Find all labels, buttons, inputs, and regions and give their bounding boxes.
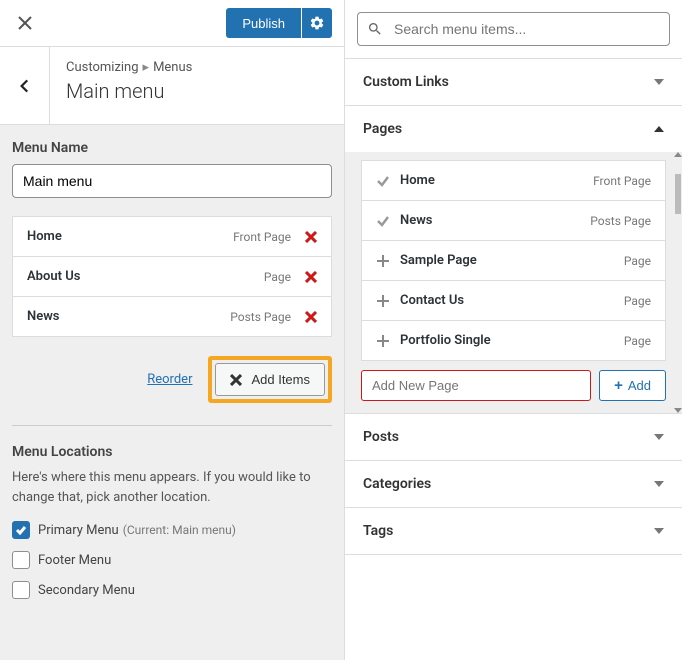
accordion-custom-links[interactable]: Custom Links: [345, 59, 682, 105]
accordion-tags[interactable]: Tags: [345, 508, 682, 554]
location-secondary[interactable]: Secondary Menu: [12, 581, 332, 599]
highlight-box: Add Items: [208, 356, 332, 403]
menu-items-list: Home Front Page About Us Page News Posts…: [12, 216, 332, 337]
checkbox-icon: [12, 521, 30, 539]
scroll-down-icon: [674, 408, 682, 413]
add-page-button[interactable]: + Add: [599, 370, 666, 401]
remove-icon[interactable]: [305, 231, 317, 243]
page-item[interactable]: Home Front Page: [361, 160, 666, 201]
page-item[interactable]: News Posts Page: [361, 200, 666, 241]
remove-icon[interactable]: [305, 271, 317, 283]
add-items-button[interactable]: Add Items: [215, 363, 325, 396]
publish-settings-button[interactable]: [302, 8, 332, 38]
page-item[interactable]: Portfolio Single Page: [361, 320, 666, 361]
accordion-pages[interactable]: Pages: [345, 106, 682, 152]
menu-item[interactable]: About Us Page: [12, 256, 332, 297]
menu-name-label: Menu Name: [12, 140, 332, 156]
publish-group: Publish: [226, 0, 344, 46]
chevron-down-icon: [654, 528, 664, 534]
available-items-panel: Custom Links Pages Home Front Page: [344, 0, 682, 660]
accordion-posts[interactable]: Posts: [345, 414, 682, 460]
menu-item[interactable]: News Posts Page: [12, 296, 332, 337]
location-footer[interactable]: Footer Menu: [12, 551, 332, 569]
chevron-down-icon: [654, 481, 664, 487]
back-button[interactable]: [0, 47, 50, 124]
location-primary[interactable]: Primary Menu (Current: Main menu): [12, 521, 332, 539]
reorder-link[interactable]: Reorder: [147, 372, 192, 387]
breadcrumb: Customizing▸Menus: [66, 60, 328, 75]
check-icon: [376, 174, 390, 188]
check-icon: [376, 214, 390, 228]
page-item[interactable]: Sample Page Page: [361, 240, 666, 281]
chevron-down-icon: [654, 434, 664, 440]
checkbox-icon: [12, 551, 30, 569]
plus-icon: [376, 294, 390, 308]
scroll-up-icon: [674, 152, 682, 157]
remove-icon[interactable]: [305, 311, 317, 323]
menu-locations-heading: Menu Locations: [12, 444, 332, 460]
search-icon: [367, 21, 383, 37]
plus-icon: [376, 334, 390, 348]
breadcrumb-row: Customizing▸Menus Main menu: [0, 47, 344, 125]
search-input[interactable]: [357, 12, 670, 46]
plus-icon: +: [614, 377, 623, 394]
chevron-up-icon: [654, 126, 664, 132]
menu-name-input[interactable]: [12, 164, 332, 198]
accordion-categories[interactable]: Categories: [345, 461, 682, 507]
chevron-down-icon: [654, 79, 664, 85]
customizer-panel: Publish Customizing▸Menus Main menu Menu…: [0, 0, 344, 660]
add-new-page-input[interactable]: [361, 370, 591, 401]
menu-item[interactable]: Home Front Page: [12, 216, 332, 257]
panel-title: Main menu: [66, 79, 328, 103]
scroll-thumb[interactable]: [675, 174, 681, 214]
close-button[interactable]: [0, 0, 50, 46]
plus-icon: [376, 254, 390, 268]
page-item[interactable]: Contact Us Page: [361, 280, 666, 321]
menu-locations-help: Here's where this menu appears. If you w…: [12, 468, 332, 507]
checkbox-icon: [12, 581, 30, 599]
scrollbar[interactable]: [674, 152, 682, 413]
header-bar: Publish: [0, 0, 344, 47]
publish-button[interactable]: Publish: [226, 8, 301, 38]
